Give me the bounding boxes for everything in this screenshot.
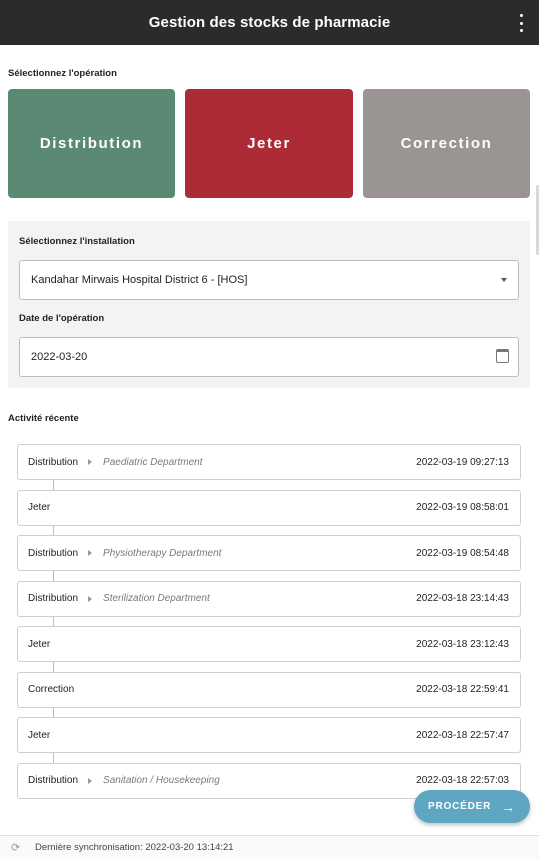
calendar-icon[interactable]	[496, 349, 509, 363]
activity-type: Distribution	[28, 593, 79, 604]
chevron-down-icon	[501, 278, 507, 282]
facility-label: Sélectionnez l'installation	[19, 236, 135, 247]
app-bar: Gestion des stocks de pharmacie	[0, 0, 539, 45]
facility-value: Kandahar Mirwais Hospital District 6 - […	[31, 274, 248, 286]
sync-footer: ⟳ Dernière synchronisation: 2022-03-20 1…	[0, 835, 539, 859]
sync-status: Dernière synchronisation: 2022-03-20 13:…	[35, 842, 234, 853]
activity-type: Jeter	[28, 638, 51, 650]
activity-row[interactable]: Correction 2022-03-18 22:59:41	[17, 671, 521, 708]
activity-timestamp: 2022-03-18 23:14:43	[416, 593, 509, 604]
activity-type: Correction	[28, 684, 75, 695]
caret-right-icon	[88, 459, 93, 465]
activity-timestamp: 2022-03-18 22:57:03	[416, 775, 509, 786]
activity-type: Distribution	[28, 547, 79, 559]
activity-type: Distribution	[28, 775, 79, 786]
arrow-right-icon: →	[501, 798, 516, 815]
caret-right-icon	[88, 595, 93, 602]
activity-timestamp: 2022-03-19 09:27:13	[416, 456, 509, 468]
date-label: Date de l'opération	[19, 313, 105, 324]
more-vertical-icon[interactable]	[515, 14, 527, 32]
proceed-button[interactable]: PROCÉDER →	[414, 790, 530, 823]
date-input[interactable]: 2022-03-20	[19, 337, 519, 377]
distribution-button[interactable]: Distribution	[8, 89, 175, 198]
recent-activity-label: Activité récente	[8, 413, 79, 424]
activity-row[interactable]: Distribution Physiotherapy Department 2022…	[17, 535, 521, 571]
activity-timestamp: 2022-03-18 22:59:41	[416, 684, 509, 695]
caret-right-icon	[88, 550, 93, 556]
activity-department: Sterilization Department	[103, 593, 210, 604]
correction-button[interactable]: Correction	[363, 89, 530, 198]
activity-timestamp: 2022-03-18 22:57:47	[416, 729, 509, 741]
activity-type: Distribution	[28, 456, 79, 468]
proceed-label: PROCÉDER	[428, 801, 492, 812]
activity-department: Physiotherapy Department	[103, 547, 222, 559]
activity-row[interactable]: Jeter 2022-03-18 22:57:47	[17, 717, 521, 753]
operation-form-panel: Sélectionnez l'installation Kandahar Mir…	[8, 221, 530, 388]
activity-row[interactable]: Distribution Paediatric Department 2022-03…	[17, 444, 521, 480]
jeter-button[interactable]: Jeter	[185, 89, 353, 198]
app-title: Gestion des stocks de pharmacie	[148, 14, 391, 31]
activity-department: Paediatric Department	[103, 456, 203, 468]
activity-timestamp: 2022-03-18 23:12:43	[416, 638, 509, 650]
activity-timestamp: 2022-03-19 08:54:48	[416, 547, 509, 559]
operation-label: Sélectionnez l'opération	[8, 68, 117, 79]
sync-icon[interactable]: ⟳	[11, 842, 21, 853]
facility-select[interactable]: Kandahar Mirwais Hospital District 6 - […	[19, 260, 519, 300]
activity-type: Jeter	[28, 502, 51, 513]
caret-right-icon	[88, 777, 93, 784]
date-value: 2022-03-20	[31, 351, 88, 363]
activity-type: Jeter	[28, 729, 51, 741]
activity-row[interactable]: Distribution Sterilization Department 2022…	[17, 580, 521, 617]
activity-row[interactable]: Jeter 2022-03-19 08:58:01	[17, 489, 521, 526]
activity-department: Sanitation / Housekeeping	[103, 775, 220, 786]
activity-timestamp: 2022-03-19 08:58:01	[416, 502, 509, 513]
activity-row[interactable]: Jeter 2022-03-18 23:12:43	[17, 626, 521, 662]
